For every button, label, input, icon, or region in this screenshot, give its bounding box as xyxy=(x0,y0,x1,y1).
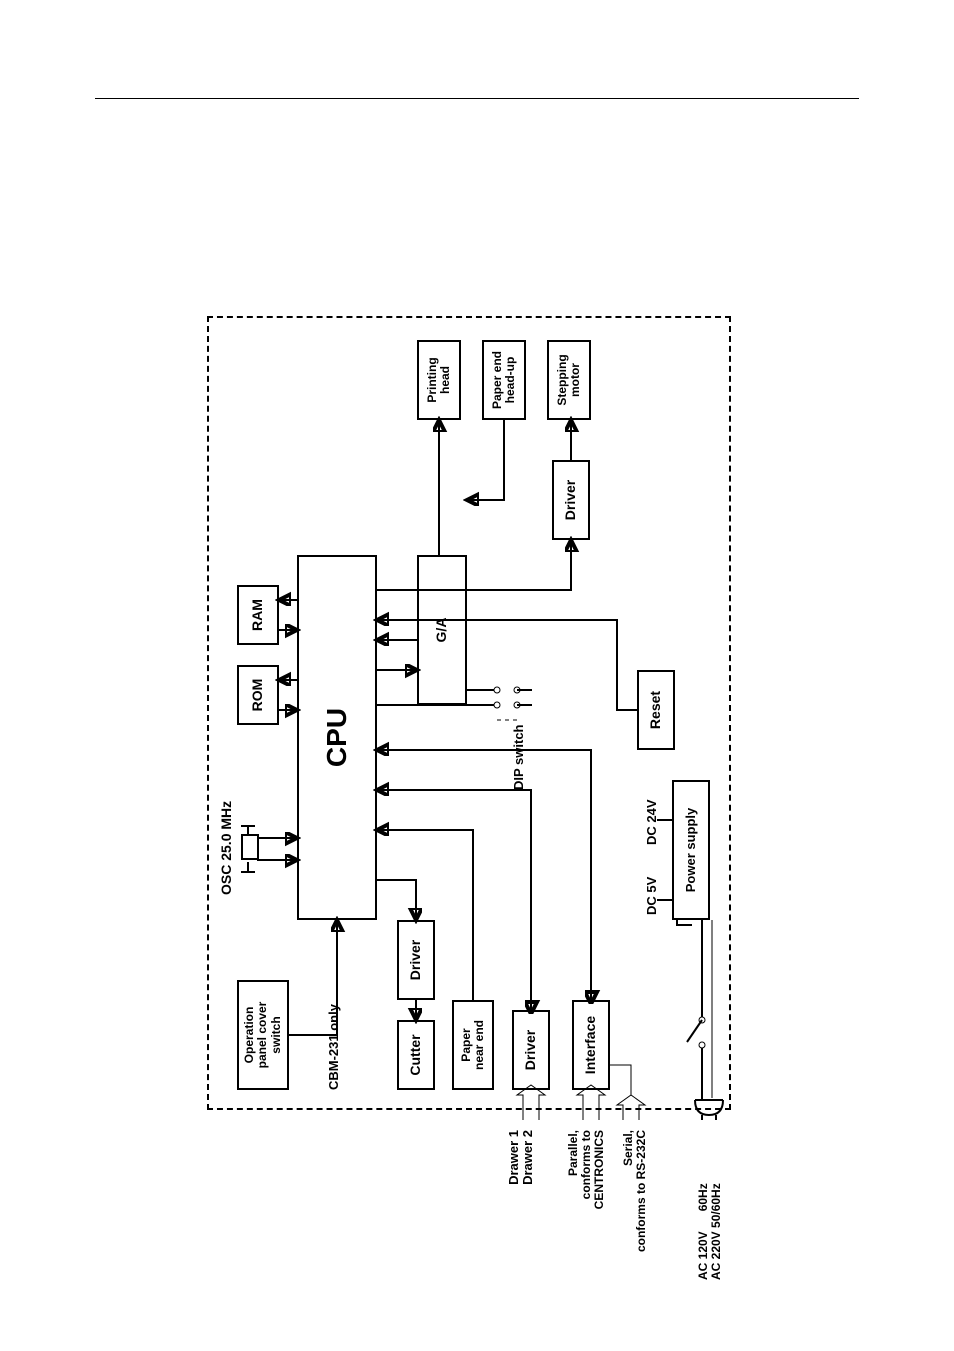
stepping-motor-box: Stepping motor xyxy=(547,340,591,420)
printing-head-box: Printing head xyxy=(417,340,461,420)
interface-box: Interface xyxy=(572,1000,610,1090)
driver-drawer-box: Driver xyxy=(512,1010,550,1090)
osc-label: OSC 25.0 MHz xyxy=(219,801,234,895)
horizontal-rule xyxy=(95,98,859,99)
ac-label: AC 120V 60Hz AC 220V 50/60Hz xyxy=(697,1110,723,1280)
rom-box: ROM xyxy=(237,665,279,725)
cutter-box: Cutter xyxy=(397,1020,435,1090)
dc24-label: DC 24V xyxy=(645,799,659,845)
serial-label: Serial, conforms to RS-232C xyxy=(622,1130,648,1330)
paper-near-end-box: Paper near end xyxy=(452,1000,494,1090)
cpu-box: CPU xyxy=(297,555,377,920)
paper-end-box: Paper end head-up xyxy=(482,340,526,420)
driver-left-box: Driver xyxy=(397,920,435,1000)
reset-box: Reset xyxy=(637,670,675,750)
parallel-label: Parallel, conforms to CENTRONICS xyxy=(567,1130,607,1280)
block-diagram: OSC 25.0 MHz Operation panel cover switc… xyxy=(197,220,757,1120)
osc-crystal-icon xyxy=(241,834,259,860)
dc5-label: DC 5V xyxy=(645,877,659,915)
ram-box: RAM xyxy=(237,585,279,645)
dip-label: DIP switch xyxy=(512,724,526,790)
driver-motor-box: Driver xyxy=(552,460,590,540)
ga-box: G/A xyxy=(417,555,467,705)
drawer-label: Drawer 1 Drawer 2 xyxy=(507,1130,536,1240)
power-supply-box: Power supply xyxy=(672,780,710,920)
cbm-label: CBM-231 only xyxy=(327,1004,341,1090)
op-panel-box: Operation panel cover switch xyxy=(237,980,289,1090)
